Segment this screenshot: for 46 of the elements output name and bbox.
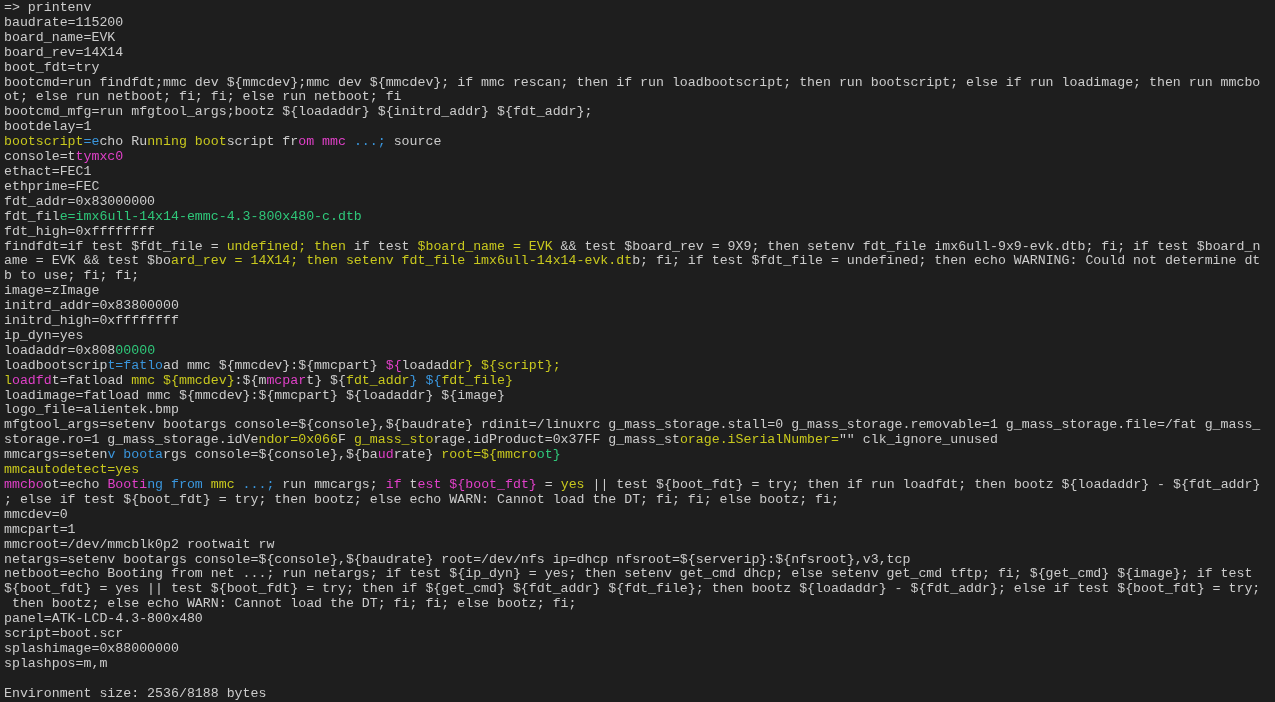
terminal-line: board_name=EVK bbox=[4, 30, 116, 46]
terminal-line: boot_fdt=try bbox=[4, 60, 100, 76]
terminal-line: bootcmd=run findfdt;mmc dev ${mmcdev};mmc dev ${mmcdev}; if mmc rescan; then if run loadbootscript; then run bootscript; else if run loadimage; then run mmcbo bbox=[4, 75, 1261, 91]
terminal-line: mmcargs=setenv bootargs console=${console},${baudrate} root=${mmcroot} bbox=[4, 448, 561, 464]
terminal-line: bootdelay=1 bbox=[4, 120, 92, 136]
terminal-line: loadbootscript=fatload mmc ${mmcdev}:${mmcpart} ${loadaddr} ${script}; bbox=[4, 358, 561, 374]
terminal-line: mmcroot=/dev/mmcblk0p2 rootwait rw bbox=[4, 537, 275, 553]
terminal-line: ${boot_fdt} = yes || test ${boot_fdt} = try; then if ${get_cmd} ${fdt_addr} ${fdt_file}; then bootz ${loadaddr} - ${fdt_addr}; else if test ${boot_fdt} = try; bbox=[4, 582, 1261, 598]
terminal-line: image=zImage bbox=[4, 284, 100, 300]
terminal-line: mfgtool_args=setenv bootargs console=${console},${baudrate} rdinit=/linuxrc g_mass_storage.stall=0 g_mass_storage.removable=1 g_mass_storage.file=/fat g_mass_ bbox=[4, 418, 1261, 434]
terminal-line: storage.ro=1 g_mass_storage.idVendor=0x066F g_mass_storage.idProduct=0x37FF g_mass_storage.iSerialNumber="" clk_ignore_unused bbox=[4, 433, 998, 449]
terminal-line: bootcmd_mfg=run mfgtool_args;bootz ${loadaddr} ${initrd_addr} ${fdt_addr}; bbox=[4, 105, 593, 121]
terminal-line: loadimage=fatload mmc ${mmcdev}:${mmcpart} ${loadaddr} ${image} bbox=[4, 388, 505, 404]
terminal-line: loadaddr=0x80800000 bbox=[4, 343, 156, 359]
terminal-line: ethprime=FEC bbox=[4, 179, 100, 195]
terminal-line: ip_dyn=yes bbox=[4, 328, 84, 344]
terminal-line: => printenv bbox=[4, 1, 92, 16]
terminal-line: initrd_addr=0x83800000 bbox=[4, 299, 179, 315]
terminal-line: mmcpart=1 bbox=[4, 522, 76, 538]
terminal-line: mmcboot=echo Booting from mmc ...; run mmcargs; if test ${boot_fdt} = yes || test ${boot_fdt} = try; then if run loadfdt; then bootz ${loadaddr} - ${fdt_addr} bbox=[4, 478, 1261, 493]
terminal-line: fdt_addr=0x83000000 bbox=[4, 194, 156, 210]
terminal-line: splashpos=m,m bbox=[4, 656, 108, 672]
terminal-line: findfdt=if test $fdt_file = undefined; then if test $board_name = EVK && test $board_rev = 9X9; then setenv fdt_file imx6ull-9x9-evk.dtb; fi; if test $board_n bbox=[4, 239, 1261, 255]
terminal-line: ame = EVK && test $board_rev = 14X14; then setenv fdt_file imx6ull-14x14-evk.dtb; fi; if test $fdt_file = undefined; then echo WARNING: Could not determine dt bbox=[4, 254, 1261, 270]
terminal-line: b to use; fi; fi; bbox=[4, 269, 140, 285]
terminal-line: board_rev=14X14 bbox=[4, 45, 124, 61]
terminal-line: splashimage=0x88000000 bbox=[4, 641, 179, 657]
terminal-line: script=boot.scr bbox=[4, 627, 124, 642]
terminal-line: fdt_file=imx6ull-14x14-emmc-4.3-800x480-c.dtb bbox=[4, 209, 362, 225]
terminal-line: ; else if test ${boot_fdt} = try; then bootz; else echo WARN: Cannot load the DT; fi; fi; else bootz; fi; bbox=[4, 492, 839, 508]
terminal-line: mmcautodetect=yes bbox=[4, 463, 140, 478]
terminal-line: bootscript=echo Running bootscript from mmc ...; source bbox=[4, 135, 442, 151]
terminal-line: netargs=setenv bootargs console=${console},${baudrate} root=/dev/nfs ip=dhcp nfsroot=${serverip}:${nfsroot},v3,tcp bbox=[4, 552, 911, 568]
terminal-line: Environment size: 2536/8188 bytes bbox=[4, 686, 267, 702]
terminal-line: then bootz; else echo WARN: Cannot load the DT; fi; fi; else bootz; fi; bbox=[10, 597, 577, 613]
terminal-line: panel=ATK-LCD-4.3-800x480 bbox=[4, 612, 203, 628]
terminal-line: netboot=echo Booting from net ...; run netargs; if test ${ip_dyn} = yes; then setenv get_cmd dhcp; else setenv get_cmd tftp; fi; ${get_cmd} ${image}; if test bbox=[4, 567, 1253, 583]
terminal-line: fdt_high=0xffffffff bbox=[4, 224, 156, 240]
terminal-line: console=ttymxc0 bbox=[4, 150, 124, 165]
terminal-line: initrd_high=0xffffffff bbox=[4, 314, 179, 329]
terminal-line: mmcdev=0 bbox=[4, 507, 68, 523]
terminal-line: logo_file=alientek.bmp bbox=[4, 403, 179, 419]
terminal-line: ethact=FEC1 bbox=[4, 164, 92, 180]
terminal-line: loadfdt=fatload mmc ${mmcdev}:${mmcpart} ${fdt_addr} ${fdt_file} bbox=[4, 373, 513, 389]
terminal-line: baudrate=115200 bbox=[4, 15, 124, 31]
terminal-line: ot; else run netboot; fi; fi; else run netboot; fi bbox=[4, 90, 402, 106]
